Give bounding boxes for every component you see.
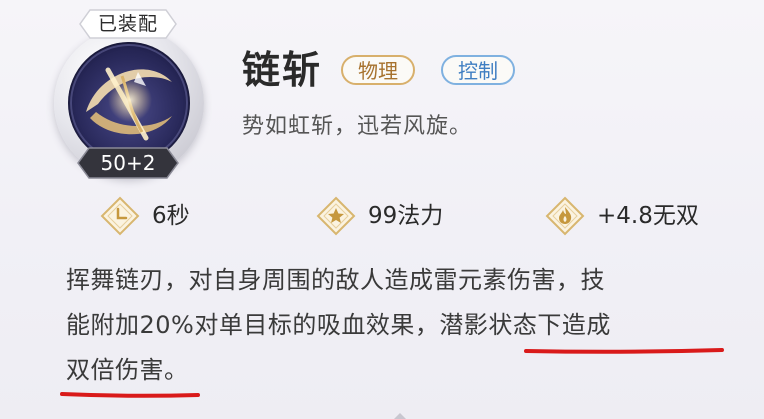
description-line-3-text: 。 [164,356,189,384]
red-underline-2 [60,392,200,398]
skill-subtitle: 势如虹斩，迅若风旋。 [242,114,473,139]
cooldown-value: 6秒 [152,203,190,229]
tag-control: 控制 [441,55,515,85]
mana-cost-stat: 99法力 [316,196,476,236]
skill-detail-card: 已装配 50+2 链斩 物理 控制 势如虹斩，迅若风旋。 6秒 99法力 +4.… [0,0,764,419]
skill-level-label: 50+2 [100,151,156,175]
description-line-2: 能附加20%对单目标的吸血效果，潜影状态下造成 [66,303,746,348]
flame-icon [545,196,585,236]
skill-level-badge: 50+2 [76,146,180,180]
tag-physical: 物理 [341,55,415,85]
skill-description: 挥舞链刃，对自身周围的敌人造成雷元素伤害，技 能附加20%对单目标的吸血效果，潜… [66,258,746,393]
description-line-1: 挥舞链刃，对自身周围的敌人造成雷元素伤害，技 [66,266,605,294]
clock-icon [100,196,140,236]
cooldown-stat: 6秒 [100,196,220,236]
star-icon [316,196,356,236]
red-underline-1 [524,348,724,354]
description-highlight-1: 潜影状态下造成 [439,311,611,339]
musou-stat: +4.8无双 [545,196,745,236]
equipped-badge: 已装配 [78,8,178,40]
equipped-label: 已装配 [97,13,158,35]
scroll-indicator-icon [394,413,406,419]
description-highlight-2: 双倍伤害 [66,356,164,384]
mana-cost-value: 99法力 [368,203,444,229]
description-line-2-text: 能附加20%对单目标的吸血效果， [66,311,440,339]
skill-name: 链斩 [242,48,323,92]
musou-value: +4.8无双 [597,203,699,229]
description-line-3: 双倍伤害。 [66,348,746,393]
